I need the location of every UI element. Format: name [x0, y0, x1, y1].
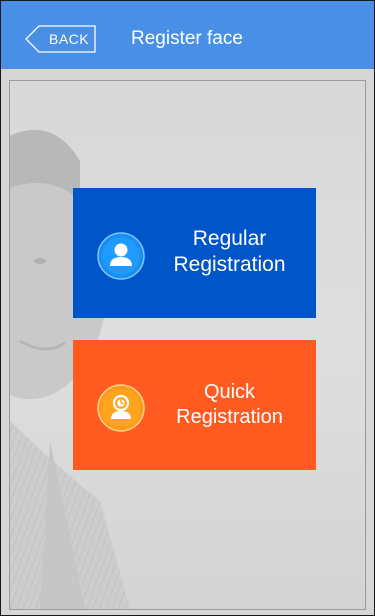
quick-registration-button[interactable]: Quick Registration	[73, 340, 316, 470]
regular-label-line2: Registration	[173, 253, 286, 276]
quick-registration-label: Quick Registration	[157, 380, 302, 430]
back-button[interactable]: BACK	[25, 25, 97, 53]
page-title: Register face	[131, 28, 243, 49]
top-bar: BACK Register face	[1, 1, 374, 69]
regular-registration-label: Regular Registration	[157, 226, 302, 278]
quick-label-line2: Registration	[176, 406, 283, 428]
quick-label-line1: Quick	[203, 381, 256, 403]
quick-person-icon	[97, 384, 145, 432]
person-icon	[97, 232, 145, 280]
content-panel: Regular Registration Quick Registration	[9, 80, 366, 610]
regular-registration-button[interactable]: Regular Registration	[73, 188, 316, 318]
app-frame: BACK Register face Regular Registration …	[0, 0, 375, 616]
back-button-label: BACK	[49, 31, 90, 47]
regular-label-line1: Regular	[192, 227, 267, 250]
content-area: Regular Registration Quick Registration	[1, 69, 374, 615]
